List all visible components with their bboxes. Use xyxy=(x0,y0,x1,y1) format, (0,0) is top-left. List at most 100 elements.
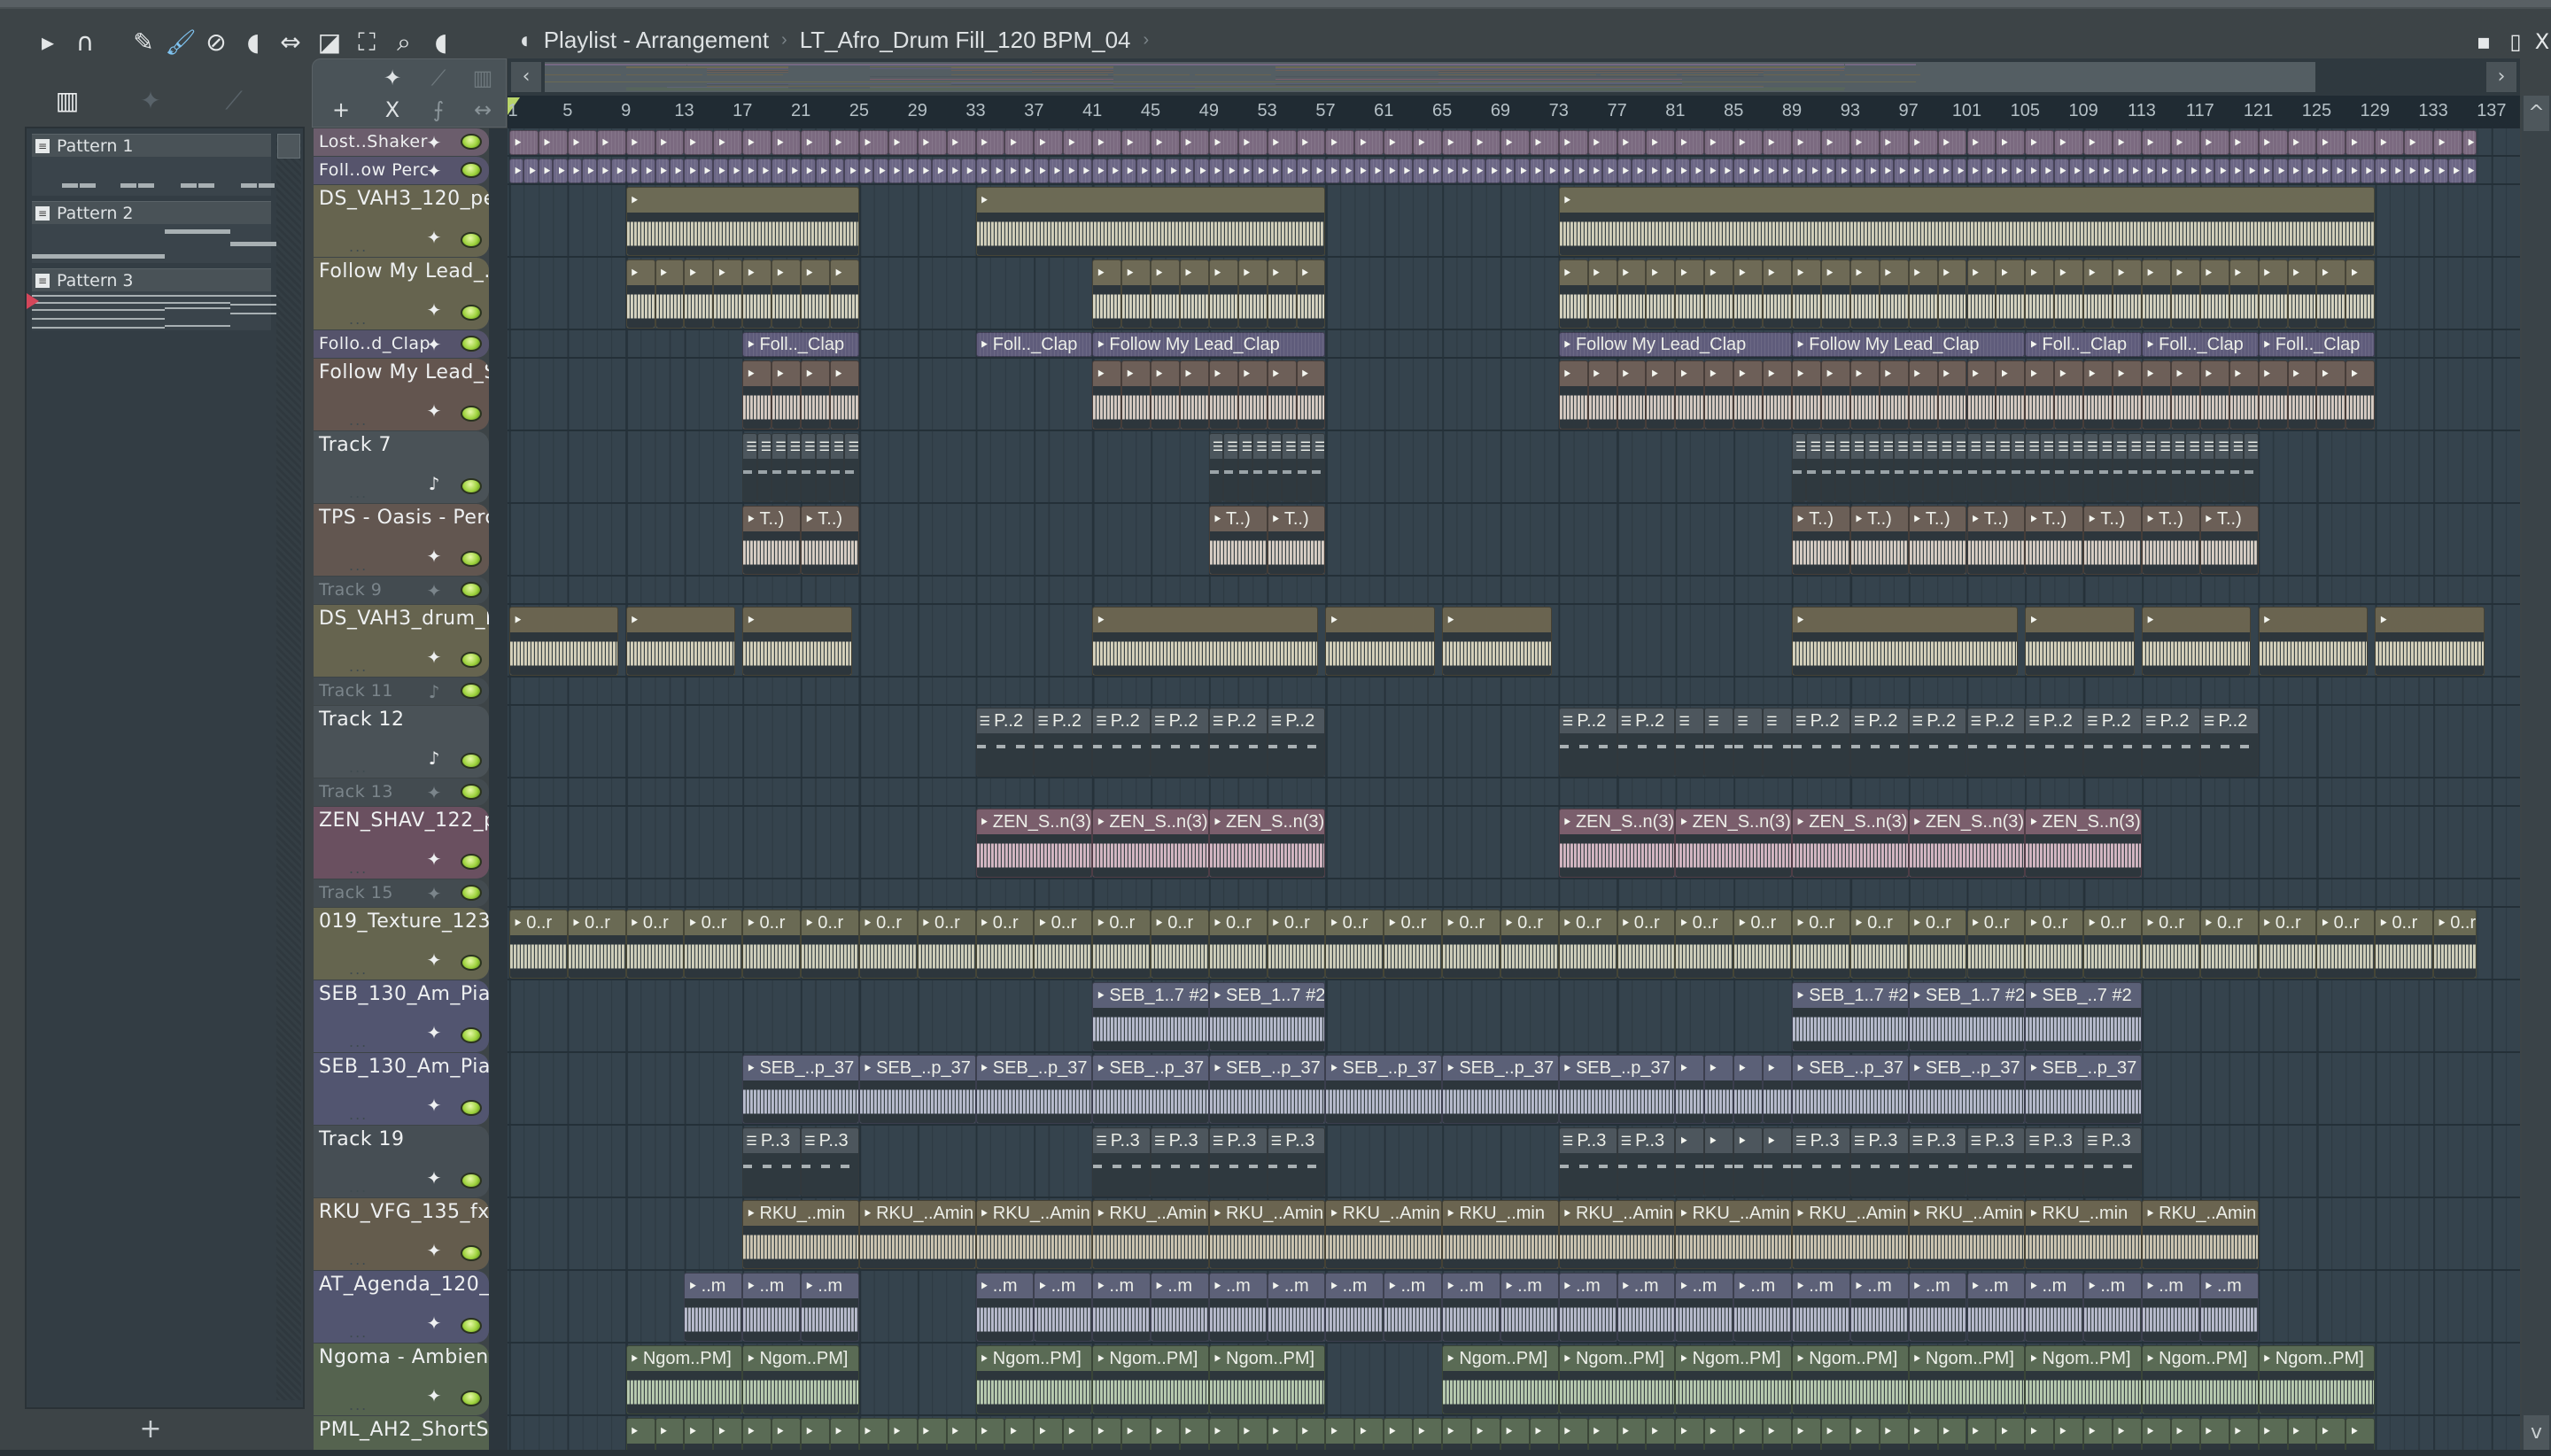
clip-header[interactable]: ⯈ xyxy=(1939,1419,1966,1444)
clip-header[interactable]: ⯈ xyxy=(2260,159,2272,182)
track-row[interactable] xyxy=(508,879,2520,908)
audio-clip[interactable]: ⯈ xyxy=(2113,159,2128,183)
clip-header[interactable]: ☰ xyxy=(2070,434,2082,459)
clip-header[interactable]: ⯈ xyxy=(1939,159,1951,182)
clip-header[interactable]: ⯈ xyxy=(1589,131,1617,154)
clip-header[interactable]: ⯈ xyxy=(2143,260,2170,285)
ruler-bar-label[interactable]: 49 xyxy=(1199,101,1219,121)
clip-header[interactable]: ⯈ xyxy=(656,1419,684,1444)
audio-clip[interactable]: ⯈ xyxy=(1617,360,1647,430)
audio-clip[interactable]: ⯈ xyxy=(1908,259,1938,329)
ruler-bar-label[interactable]: 61 xyxy=(1374,101,1393,121)
audio-clip[interactable]: ⯈ xyxy=(946,159,962,183)
scroll-thumb[interactable] xyxy=(277,134,300,159)
audio-clip[interactable]: ⯈ xyxy=(2083,159,2098,183)
audio-clip[interactable]: ⯈ xyxy=(1179,360,1209,430)
clip-header[interactable]: ⯈ ..m xyxy=(1151,1274,1208,1298)
audio-clip[interactable]: ⯈ xyxy=(2418,159,2434,183)
picker-scrollbar[interactable] xyxy=(276,134,301,1400)
audio-clip[interactable]: ⯈ xyxy=(1879,1418,1909,1450)
audio-clip[interactable]: ⯈ Follow My Lead_Clap xyxy=(1792,332,2026,357)
clip-header[interactable]: ⯈ xyxy=(1880,131,1908,154)
audio-clip[interactable]: ⯈ ZEN_S..n(3) xyxy=(1792,809,1909,878)
clip-header[interactable]: ⯈ SEB_..p_37 xyxy=(1910,1056,2025,1080)
audio-clip[interactable]: ⯈ RKU_..Amin xyxy=(1792,1200,1909,1269)
track-row[interactable]: ☰ P..2 ☰ P..2 ☰ P..2 ☰ P..2 ☰ P..2 ☰ P..2 ☰ P..2 ☰ P..2… xyxy=(508,706,2520,778)
audio-clip[interactable]: ⯈ xyxy=(523,159,539,183)
track-row[interactable]: ⯈ 0..r ⯈ 0..r ⯈ 0..r ⯈ 0..r ⯈ 0..r ⯈ 0..r ⯈ 0..r ⯈ 0..r… xyxy=(508,908,2520,980)
clip-header[interactable]: ⯈ xyxy=(1997,260,2024,285)
pattern-clip[interactable]: ☰ xyxy=(1252,433,1268,502)
audio-clip[interactable]: ⯈ xyxy=(830,130,859,155)
clip-header[interactable]: ⯈ xyxy=(919,159,931,182)
ruler-bar-label[interactable]: 29 xyxy=(908,101,927,121)
audio-clip[interactable]: ⯈ xyxy=(2097,159,2113,183)
audio-clip[interactable]: ⯈ xyxy=(2054,360,2084,430)
audio-clip[interactable]: ⯈ RKU_..min xyxy=(1442,1200,1559,1269)
audio-clip[interactable]: ⯈ 0..r xyxy=(1733,910,1793,979)
clip-header[interactable]: ⯈ T..) xyxy=(2201,507,2258,531)
clip-header[interactable]: ⯈ xyxy=(1122,1419,1150,1444)
audio-clip[interactable]: ⯈ xyxy=(1384,130,1414,155)
audio-clip[interactable]: ⯈ Ngom..PM] xyxy=(2141,1345,2259,1414)
audio-clip[interactable]: ⯈ xyxy=(1792,607,2019,676)
clip-header[interactable]: ⯈ Follow My Lead_Clap xyxy=(1093,333,1324,356)
clip-header[interactable]: ☰ xyxy=(1676,709,1703,733)
clip-header[interactable]: ☰ P..3 xyxy=(1618,1128,1675,1153)
clip-header[interactable]: ⯈ xyxy=(1443,1419,1470,1444)
audio-clip[interactable]: ⯈ xyxy=(932,159,947,183)
clip-header[interactable]: ⯈ xyxy=(772,260,800,285)
audio-clip[interactable]: ⯈ xyxy=(1792,130,1821,155)
clip-header[interactable]: ⯈ T..) xyxy=(743,507,800,531)
pattern-clip[interactable]: ☰ P..2 xyxy=(975,708,1035,777)
track-options-dots[interactable]: ... xyxy=(349,1251,368,1268)
audio-clip[interactable]: ⯈ xyxy=(1237,1418,1268,1450)
audio-clip[interactable]: ⯈ 0..r xyxy=(2083,910,2142,979)
track-options-dots[interactable]: ... xyxy=(349,1179,368,1196)
audio-clip[interactable]: ⯈ xyxy=(1704,259,1734,329)
clip-header[interactable]: ☰ P..2 xyxy=(1560,709,1617,733)
audio-clip[interactable]: ⯈ ..m xyxy=(684,1273,743,1342)
track-options-dots[interactable]: ... xyxy=(349,557,368,574)
clip-header[interactable]: ⯈ 0..r xyxy=(743,910,800,935)
audio-clip[interactable]: ⯈ SEB_..p_37 xyxy=(858,1055,976,1124)
clip-header[interactable]: ⯈ Ngom..PM] xyxy=(1910,1346,2025,1371)
clip-header[interactable]: ⯈ Ngom..PM] xyxy=(1443,1346,1558,1371)
audio-clip[interactable]: ⯈ SEB_..p_37 xyxy=(1208,1055,1326,1124)
clip-header[interactable]: ⯈ ..m xyxy=(1501,1274,1558,1298)
audio-clip[interactable]: ⯈ ..m xyxy=(2025,1273,2084,1342)
clip-header[interactable]: ⯈ xyxy=(1764,1419,1791,1444)
pattern-clip[interactable]: ☰ xyxy=(1996,433,2011,502)
clip-header[interactable]: ☰ xyxy=(1997,434,2009,459)
audio-clip[interactable]: ⯈ xyxy=(2433,130,2462,155)
audio-clip[interactable]: ⯈ xyxy=(1704,360,1734,430)
clip-header[interactable]: ⯈ xyxy=(1326,1419,1353,1444)
track-name[interactable]: Track 19 xyxy=(319,1128,405,1150)
audio-clip[interactable]: ⯈ xyxy=(2054,1418,2084,1450)
mute-icon[interactable]: ◖ xyxy=(237,28,269,57)
audio-clip[interactable]: ⯈ xyxy=(611,159,626,183)
clip-header[interactable]: ☰ P..3 xyxy=(1851,1128,1908,1153)
audio-clip[interactable]: ⯈ xyxy=(713,130,743,155)
audio-clip[interactable]: ⯈ xyxy=(801,360,830,430)
audio-clip[interactable]: ⯈ xyxy=(1121,1418,1151,1450)
clip-header[interactable]: ⯈ xyxy=(510,608,617,632)
audio-clip[interactable]: ⯈ 0..r xyxy=(2258,910,2317,979)
audio-clip[interactable]: ⯈ xyxy=(1325,159,1340,183)
audio-clip[interactable]: ⯈ ..m xyxy=(1792,1273,1850,1342)
track-header[interactable]: DS_VAH3_drum_k.....✦ xyxy=(314,605,489,677)
clip-header[interactable]: ⯈ RKU_..min xyxy=(2026,1201,2141,1226)
clip-header[interactable]: ☰ xyxy=(1793,434,1805,459)
pattern-item[interactable]: ≡ Pattern 2 xyxy=(32,201,296,263)
clip-header[interactable]: ⯈ xyxy=(2026,159,2038,182)
clip-header[interactable]: ⯈ xyxy=(758,159,771,182)
track-header[interactable]: 019_Texture_123..... ✦ xyxy=(314,908,489,980)
audio-clip[interactable]: ⯈ xyxy=(742,130,772,155)
audio-clip[interactable]: ⯈ xyxy=(2447,159,2462,183)
clip-header[interactable]: ⯈ xyxy=(2143,608,2250,632)
clip-header[interactable]: ☰ xyxy=(2128,434,2141,459)
clip-header[interactable]: ⯈ xyxy=(1997,361,2024,386)
audio-clip[interactable]: ⯈ T..) xyxy=(2025,506,2084,575)
pattern-clip[interactable]: ☰ xyxy=(2113,433,2128,502)
clip-header[interactable]: ☰ xyxy=(2230,434,2243,459)
